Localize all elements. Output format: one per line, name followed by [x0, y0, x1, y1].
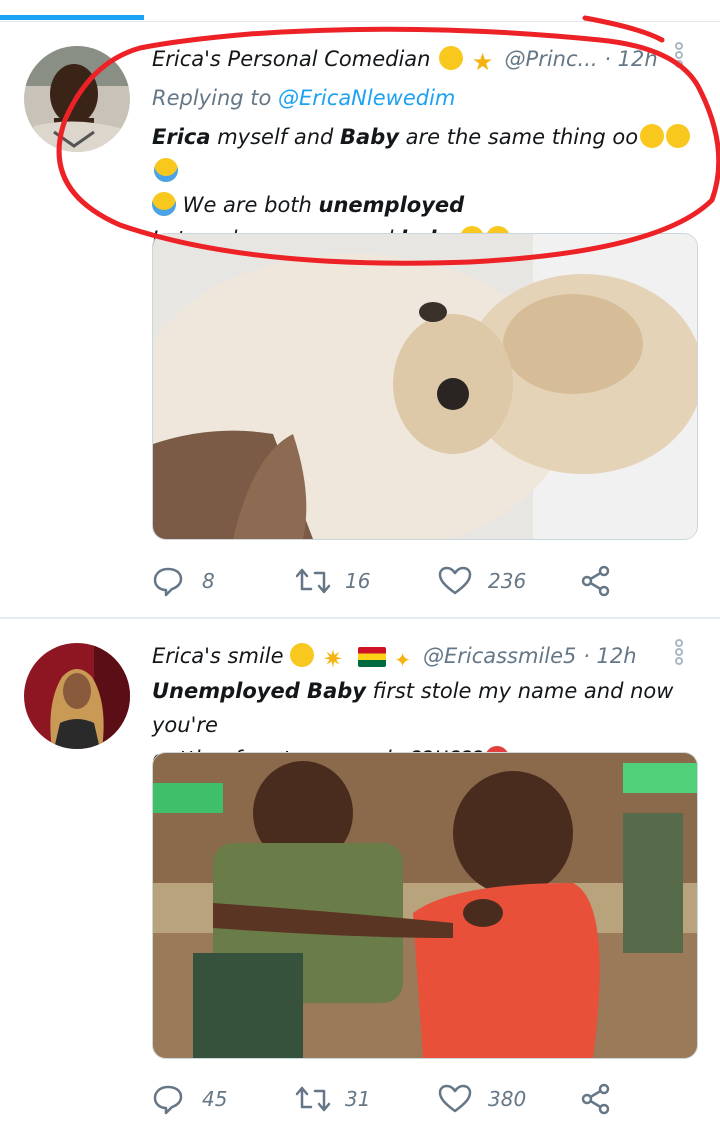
- more-options-icon[interactable]: [672, 639, 686, 673]
- star-emoji: ★: [471, 48, 494, 76]
- tweet-photo[interactable]: [152, 233, 698, 540]
- reply-count: 8: [202, 569, 215, 593]
- text-bold: Erica: [152, 125, 211, 149]
- timestamp[interactable]: 12h: [618, 47, 658, 71]
- tweet-actions: 8 16 236: [152, 563, 672, 599]
- like-count: 236: [488, 569, 527, 593]
- replying-to: Replying to @EricaNlewedim: [152, 86, 455, 110]
- weary-face-emoji: [640, 124, 665, 148]
- text-bold: Unemployed Baby: [152, 679, 366, 703]
- retweet-icon: [295, 568, 331, 594]
- tweet[interactable]: Erica's smile ✷ ✦ @Ericassmile5 · 12h Un…: [0, 619, 720, 1127]
- text: are the same thing oo: [398, 125, 639, 149]
- tweet-photo[interactable]: [152, 752, 698, 1059]
- heart-eyes-emoji: [290, 643, 315, 667]
- reply-icon: [153, 1085, 183, 1115]
- like-count: 380: [488, 1087, 527, 1111]
- display-name[interactable]: Erica's Personal Comedian: [152, 47, 430, 71]
- text-bold: unemployed: [318, 193, 465, 217]
- share-icon: [581, 1083, 610, 1115]
- dot-separator: ·: [604, 47, 611, 71]
- text: We are both: [176, 193, 319, 217]
- retweet-icon: [295, 1086, 331, 1112]
- tweet-header: Erica's smile ✷ ✦ @Ericassmile5 · 12h: [152, 643, 637, 672]
- ghana-flag-emoji: [357, 647, 386, 667]
- tweet-header: Erica's Personal Comedian ★ @Princ... · …: [152, 46, 658, 74]
- tweet-actions: 45 31 380: [152, 1081, 672, 1117]
- heart-eyes-emoji: [439, 46, 464, 70]
- display-name[interactable]: Erica's smile: [152, 644, 284, 668]
- tweet-text-line: We are both unemployed: [152, 188, 697, 222]
- tab-indicator: [0, 15, 144, 20]
- mention-link[interactable]: @EricaNlewedim: [278, 86, 455, 110]
- puppy-photo: [153, 234, 697, 539]
- more-options-icon[interactable]: [672, 42, 686, 76]
- text-bold: Baby: [340, 125, 399, 149]
- dot-separator: ·: [583, 644, 590, 668]
- handle[interactable]: @Princ...: [505, 47, 598, 71]
- share-icon: [581, 565, 610, 597]
- handle[interactable]: @Ericassmile5: [423, 644, 576, 668]
- tweet-text-line: Unemployed Baby first stole my name and …: [152, 674, 702, 742]
- kids-fighting-photo: [153, 753, 697, 1058]
- avatar[interactable]: [24, 643, 130, 749]
- retweet-count: 31: [345, 1087, 371, 1111]
- glowing-star-emoji: ✷: [322, 645, 344, 673]
- text: myself and: [210, 125, 341, 149]
- timestamp[interactable]: 12h: [596, 644, 636, 668]
- reply-count: 45: [202, 1087, 228, 1111]
- heart-icon: [438, 566, 472, 595]
- crying-face-emoji: [152, 192, 176, 216]
- tweet[interactable]: Erica's Personal Comedian ★ @Princ... · …: [0, 22, 720, 617]
- crying-face-emoji: [154, 158, 178, 182]
- retweet-count: 16: [345, 569, 371, 593]
- replying-label: Replying to: [152, 86, 272, 110]
- weary-face-emoji: [666, 124, 691, 148]
- tweet-text-line: Erica myself and Baby are the same thing…: [152, 120, 697, 188]
- reply-icon: [153, 567, 183, 597]
- heart-icon: [438, 1084, 472, 1113]
- sparkles-emoji: ✦: [394, 648, 412, 672]
- avatar[interactable]: [24, 46, 130, 152]
